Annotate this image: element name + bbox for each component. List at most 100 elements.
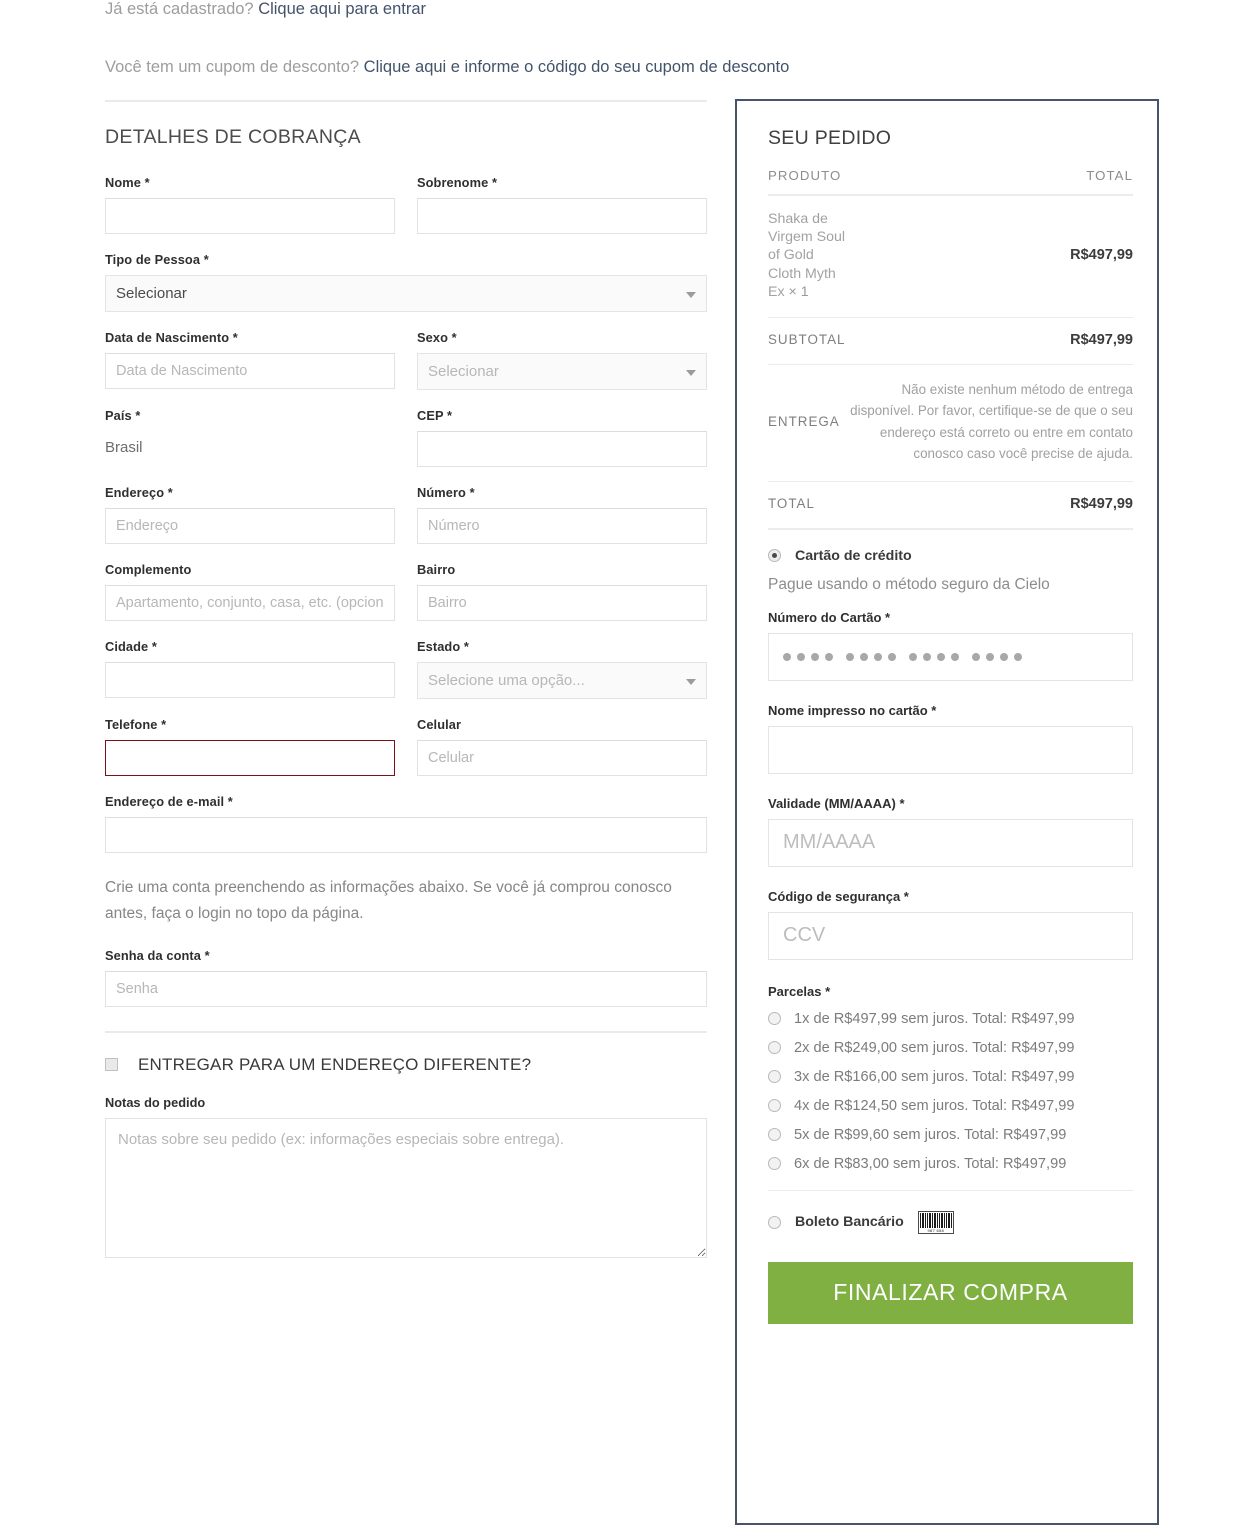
complemento-bairro-row: Complemento Bairro (105, 562, 707, 621)
mask-dot (874, 652, 882, 661)
table-row-total: TOTAL R$497,99 (768, 481, 1133, 530)
telefone-input[interactable] (105, 740, 395, 776)
billing-details-section: DETALHES DE COBRANÇA Nome * Sobrenome * … (105, 100, 707, 1262)
nascimento-input[interactable] (105, 353, 395, 389)
nascimento-sexo-row: Data de Nascimento * Sexo * Selecionar (105, 330, 707, 390)
parcela-option-2[interactable]: 2x de R$249,00 sem juros. Total: R$497,9… (768, 1040, 1133, 1056)
label-sobrenome: Sobrenome * (417, 175, 498, 190)
payment-option-boleto[interactable]: Boleto Bancário 987 658 (768, 1189, 1133, 1234)
label-numero: Número * (417, 485, 475, 500)
label-card-number: Número do Cartão * (768, 609, 891, 625)
parcela-option-1[interactable]: 1x de R$497,99 sem juros. Total: R$497,9… (768, 1011, 1133, 1027)
card-name-input[interactable] (768, 725, 1133, 774)
label-notas: Notas do pedido (105, 1094, 206, 1110)
label-bairro: Bairro (417, 562, 456, 577)
subtotal-value: R$497,99 (845, 317, 1133, 365)
senha-input[interactable] (105, 970, 707, 1007)
card-validity-input[interactable] (768, 818, 1133, 867)
card-dot-group (972, 652, 1022, 661)
barcode-bar (945, 1212, 947, 1228)
parcela-option-5[interactable]: 5x de R$99,60 sem juros. Total: R$497,99 (768, 1127, 1133, 1143)
mask-dot (846, 652, 854, 661)
field-estado: Estado * Selecione uma opção... (417, 639, 707, 699)
label-celular: Celular (417, 717, 462, 732)
section-divider (105, 100, 707, 102)
field-nome: Nome * (105, 175, 395, 234)
email-input[interactable] (105, 817, 707, 853)
sexo-select[interactable]: Selecionar (417, 353, 707, 390)
boleto-radio[interactable] (768, 1215, 781, 1229)
parcela-option-4[interactable]: 4x de R$124,50 sem juros. Total: R$497,9… (768, 1098, 1133, 1114)
ship-to-different-address-row[interactable]: ENTREGAR PARA UM ENDEREÇO DIFERENTE? (105, 1030, 707, 1075)
barcode-bar (943, 1212, 945, 1228)
credit-card-radio[interactable] (768, 549, 781, 563)
parcela-label: 2x de R$249,00 sem juros. Total: R$497,9… (794, 1039, 1075, 1056)
parcela-radio[interactable] (768, 1041, 781, 1055)
cep-input[interactable] (417, 431, 707, 467)
field-tipo-pessoa: Tipo de Pessoa * Selecionar (105, 252, 707, 312)
login-link[interactable]: Clique aqui para entrar (258, 0, 426, 18)
field-nascimento: Data de Nascimento * (105, 330, 395, 390)
payment-option-credit-card[interactable]: Cartão de crédito (768, 548, 1133, 564)
numero-input[interactable] (417, 508, 707, 544)
barcode-number: 987 658 (927, 1227, 945, 1233)
cidade-input[interactable] (105, 662, 395, 698)
celular-input[interactable] (417, 740, 707, 776)
parcela-radio[interactable] (768, 1099, 781, 1113)
field-celular: Celular (417, 717, 707, 776)
tipo-pessoa-select[interactable]: Selecionar (105, 275, 707, 312)
pais-cep-row: País * Brasil CEP * (105, 408, 707, 467)
card-ccv-input[interactable] (768, 911, 1133, 960)
parcela-radio[interactable] (768, 1128, 781, 1142)
mask-dot (888, 652, 896, 661)
order-total-value: R$497,99 (845, 481, 1133, 530)
card-number-input[interactable] (768, 632, 1133, 681)
mask-dot (783, 652, 791, 661)
order-title: SEU PEDIDO (768, 127, 892, 149)
order-table-header-row: PRODUTO TOTAL (768, 168, 1133, 196)
complemento-input[interactable] (105, 585, 395, 621)
parcela-option-6[interactable]: 6x de R$83,00 sem juros. Total: R$497,99 (768, 1156, 1133, 1172)
boleto-label: Boleto Bancário (795, 1214, 904, 1231)
coupon-link[interactable]: Clique aqui e informe o código do seu cu… (364, 58, 790, 76)
barcode-bar (936, 1212, 938, 1228)
ship-different-checkbox[interactable] (105, 1058, 118, 1072)
senha-row: Senha da conta * (105, 948, 707, 1007)
finalize-purchase-button[interactable]: FINALIZAR COMPRA (768, 1261, 1133, 1324)
parcela-option-3[interactable]: 3x de R$166,00 sem juros. Total: R$497,9… (768, 1069, 1133, 1085)
nome-input[interactable] (105, 198, 395, 234)
telefone-celular-row: Telefone * Celular (105, 717, 707, 776)
mask-dot (860, 652, 868, 661)
mask-dot (972, 652, 980, 661)
tipo-pessoa-row: Tipo de Pessoa * Selecionar (105, 252, 707, 312)
field-telefone: Telefone * (105, 717, 395, 776)
endereco-input[interactable] (105, 508, 395, 544)
barcode-bar (919, 1212, 921, 1228)
parcela-radio[interactable] (768, 1157, 781, 1171)
mask-dot (811, 652, 819, 661)
pais-value: Brasil (105, 439, 143, 456)
label-cep: CEP * (417, 408, 453, 423)
login-notice: Já está cadastrado? Clique aqui para ent… (105, 0, 426, 19)
field-cep: CEP * (417, 408, 707, 467)
parcela-label: 4x de R$124,50 sem juros. Total: R$497,9… (794, 1097, 1075, 1114)
column-header-total: TOTAL (845, 168, 1133, 196)
barcode-bar (940, 1212, 943, 1228)
cidade-estado-row: Cidade * Estado * Selecione uma opção... (105, 639, 707, 699)
parcela-radio[interactable] (768, 1012, 781, 1026)
coupon-notice-text: Você tem um cupom de desconto? (105, 58, 364, 76)
sobrenome-input[interactable] (417, 198, 707, 234)
label-senha: Senha da conta * (105, 947, 210, 963)
bairro-input[interactable] (417, 585, 707, 621)
field-bairro: Bairro (417, 562, 707, 621)
label-sexo: Sexo * (417, 330, 457, 345)
name-row: Nome * Sobrenome * (105, 175, 707, 234)
label-complemento: Complemento (105, 562, 192, 577)
login-notice-text: Já está cadastrado? (105, 0, 259, 18)
order-notes-textarea[interactable] (105, 1117, 707, 1258)
ship-different-label: ENTREGAR PARA UM ENDEREÇO DIFERENTE? (138, 1054, 532, 1074)
estado-select[interactable]: Selecione uma opção... (417, 662, 707, 699)
page-title: DETALHES DE COBRANÇA (105, 126, 361, 148)
parcela-radio[interactable] (768, 1070, 781, 1084)
barcode-bar (926, 1212, 928, 1228)
